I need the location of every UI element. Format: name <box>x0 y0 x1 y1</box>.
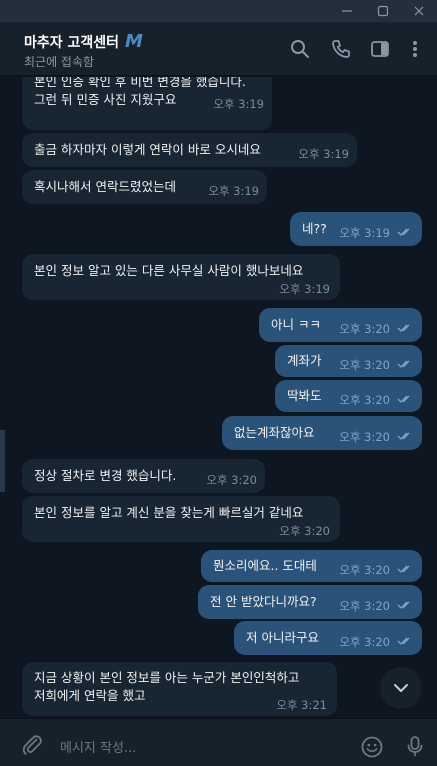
read-checkmarks-icon <box>397 601 410 609</box>
message-time: 오후 3:20 <box>339 635 390 649</box>
message-incoming[interactable]: 지금 상황이 본인 정보를 아는 누군가 본인인척하고 저희에게 연락을 했고 … <box>22 662 337 716</box>
message-incoming[interactable]: 출금 하자마자 이렇게 연락이 바로 오시네요 오후 3:19 <box>22 133 357 167</box>
message-incoming[interactable]: 본인 인증 확인 후 비번 변경을 했습니다. 그런 뒤 민증 사진 지웠구요 … <box>22 77 272 130</box>
message-incoming[interactable]: 정상 절차로 변경 했습니다. 오후 3:20 <box>22 459 265 493</box>
chat-name: 마추자 고객센터 <box>24 34 120 51</box>
window-titlebar <box>0 0 437 22</box>
minimize-button[interactable] <box>329 0 365 22</box>
sidebar-icon[interactable] <box>369 38 391 60</box>
chat-title[interactable]: 마추자 고객센터 M <box>24 31 143 52</box>
message-time: 오후 3:20 <box>279 524 330 538</box>
message-composer: 메시지 작성... <box>0 718 437 766</box>
message-text: 없는계좌잖아요 <box>234 425 315 440</box>
message-text: 전 안 받았다니까요? <box>210 594 317 609</box>
chat-header: 마추자 고객센터 M 최근에 접속함 <box>0 22 437 76</box>
minimize-icon <box>342 10 352 12</box>
chat-status: 최근에 접속함 <box>24 55 95 69</box>
message-text: 본인 정보를 알고 계신 분을 찾는게 빠르실거 같네요 <box>34 505 304 520</box>
more-vert-icon[interactable] <box>404 38 426 60</box>
emoji-icon[interactable] <box>360 735 384 759</box>
message-text: 딱봐도 <box>287 388 322 403</box>
message-time: 오후 3:20 <box>339 358 390 372</box>
attach-icon[interactable] <box>20 733 44 757</box>
message-outgoing[interactable]: 딱봐도 오후 3:20 <box>275 380 422 412</box>
close-window-button[interactable] <box>401 0 437 22</box>
badge-m: M <box>125 31 143 52</box>
read-checkmarks-icon <box>397 360 410 368</box>
message-outgoing[interactable]: 없는계좌잖아요 오후 3:20 <box>222 416 422 450</box>
message-incoming[interactable]: 혹시나해서 연락드렸었는데 오후 3:19 <box>22 170 267 204</box>
scroll-indicator <box>0 430 5 492</box>
message-outgoing[interactable]: 뭔소리에요.. 도대테 오후 3:20 <box>201 550 422 582</box>
message-outgoing[interactable]: 전 안 받았다니까요? 오후 3:20 <box>198 585 422 619</box>
read-checkmarks-icon <box>397 432 410 440</box>
message-incoming[interactable]: 본인 정보 알고 있는 다른 사무실 사람이 했나보네요 오후 3:19 <box>22 254 340 300</box>
mic-icon[interactable] <box>403 734 427 758</box>
scroll-to-bottom-button[interactable] <box>380 667 422 709</box>
message-text: 뭔소리에요.. 도대테 <box>213 558 317 573</box>
message-time: 오후 3:19 <box>298 147 349 161</box>
message-text: 출금 하자마자 이렇게 연락이 바로 오시네요 <box>34 142 261 157</box>
message-text: 그런 뒤 민증 사진 지웠구요 <box>34 92 177 107</box>
message-time: 오후 3:21 <box>276 698 327 712</box>
message-time: 오후 3:19 <box>208 184 259 198</box>
message-incoming[interactable]: 본인 정보를 알고 계신 분을 찾는게 빠르실거 같네요 오후 3:20 <box>22 496 340 542</box>
read-checkmarks-icon <box>397 228 410 236</box>
close-icon <box>414 6 424 16</box>
message-text: 네?? <box>302 221 327 236</box>
message-text: 정상 절차로 변경 했습니다. <box>34 468 177 483</box>
message-text: 지금 상황이 본인 정보를 아는 누군가 본인인척하고 <box>34 670 300 685</box>
message-time: 오후 3:19 <box>279 282 330 296</box>
message-time: 오후 3:20 <box>339 563 390 577</box>
read-checkmarks-icon <box>397 565 410 573</box>
message-input[interactable]: 메시지 작성... <box>60 737 136 756</box>
chevron-down-icon <box>394 684 408 692</box>
message-outgoing[interactable]: 아니 ㅋㅋ 오후 3:20 <box>259 308 422 342</box>
maximize-button[interactable] <box>365 0 401 22</box>
message-outgoing[interactable]: 네?? 오후 3:19 <box>290 212 422 246</box>
message-outgoing[interactable]: 계좌가 오후 3:20 <box>275 345 422 377</box>
message-text: 아니 ㅋㅋ <box>271 317 321 332</box>
message-time: 오후 3:20 <box>339 599 390 613</box>
message-time: 오후 3:20 <box>206 473 257 487</box>
message-text: 혹시나해서 연락드렸었는데 <box>34 179 176 194</box>
read-checkmarks-icon <box>397 637 410 645</box>
message-text: 본인 정보 알고 있는 다른 사무실 사람이 했나보네요 <box>34 263 304 278</box>
message-time: 오후 3:19 <box>339 226 390 240</box>
maximize-icon <box>377 5 389 17</box>
read-checkmarks-icon <box>397 324 410 332</box>
message-text: 계좌가 <box>287 353 322 368</box>
message-outgoing[interactable]: 저 아니라구요 오후 3:20 <box>234 621 422 655</box>
phone-icon[interactable] <box>330 38 352 60</box>
message-time: 오후 3:19 <box>213 97 264 111</box>
message-text: 저 아니라구요 <box>246 630 319 645</box>
message-text: 본인 인증 확인 후 비번 변경을 했습니다. <box>34 77 246 89</box>
read-checkmarks-icon <box>397 395 410 403</box>
message-text: 저희에게 연락을 했고 <box>34 688 146 703</box>
message-time: 오후 3:20 <box>339 430 390 444</box>
message-list[interactable]: 본인 인증 확인 후 비번 변경을 했습니다. 그런 뒤 민증 사진 지웠구요 … <box>0 77 437 718</box>
message-time: 오후 3:20 <box>339 393 390 407</box>
search-icon[interactable] <box>289 38 311 60</box>
message-time: 오후 3:20 <box>339 322 390 336</box>
